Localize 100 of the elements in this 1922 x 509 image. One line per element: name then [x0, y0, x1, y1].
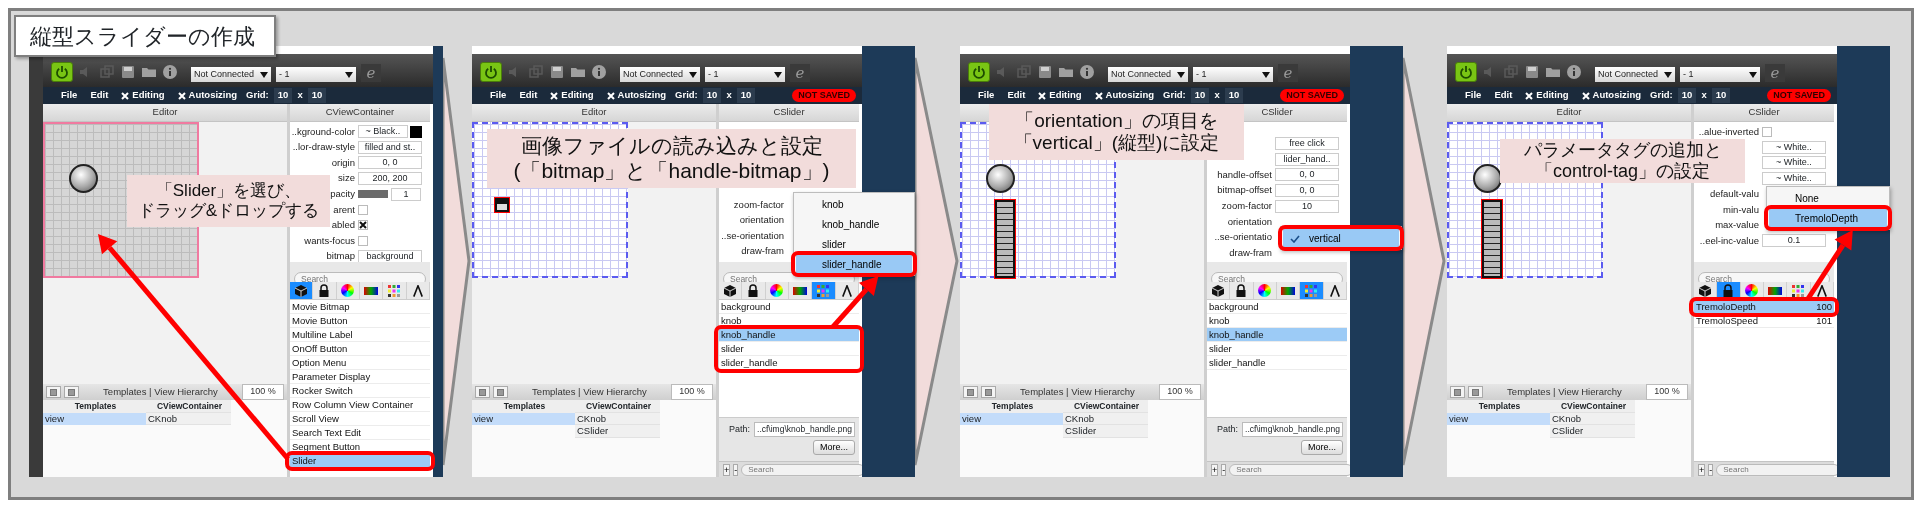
channel-dropdown[interactable]: - 1 — [705, 67, 785, 82]
list-item[interactable]: Scroll View — [290, 412, 430, 426]
channel-dropdown[interactable]: - 1 — [1680, 67, 1760, 82]
value-field[interactable]: background — [358, 250, 422, 262]
channel-dropdown[interactable]: - 1 — [276, 67, 356, 82]
value-field[interactable]: 0, 0 — [358, 156, 422, 170]
opacity-slider[interactable] — [358, 190, 388, 199]
value-field[interactable]: ~ White.. — [1762, 172, 1826, 186]
toggle-option[interactable]: Editing — [1521, 88, 1573, 103]
list-item[interactable]: knob — [719, 314, 859, 328]
channel-dropdown[interactable]: - 1 — [1193, 67, 1273, 82]
list-item[interactable]: Rocker Switch — [290, 384, 430, 398]
grid-field[interactable]: 10 — [273, 88, 293, 103]
info-icon[interactable] — [1566, 64, 1582, 80]
toggle-option[interactable]: Autosizing — [1090, 88, 1159, 103]
connection-dropdown[interactable]: Not Connected — [1595, 67, 1675, 82]
checkbox[interactable] — [1762, 126, 1772, 137]
toggle-option[interactable]: Editing — [1034, 88, 1086, 103]
value-field[interactable]: 1 — [391, 187, 421, 201]
power-button[interactable] — [51, 62, 73, 82]
list-item[interactable]: Movie Bitmap — [290, 300, 430, 314]
menu-item[interactable]: File — [57, 88, 82, 103]
power-button[interactable] — [1455, 62, 1477, 82]
menu-item[interactable]: File — [1461, 88, 1486, 103]
value-field[interactable]: 0, 0 — [1275, 184, 1339, 198]
grid-field[interactable]: 10 — [702, 88, 722, 103]
menu-option[interactable]: knob_handle — [796, 214, 912, 234]
save-icon[interactable] — [1037, 64, 1053, 80]
connection-dropdown[interactable]: Not Connected — [1108, 67, 1188, 82]
power-button[interactable] — [480, 62, 502, 82]
list-item[interactable]: OnOff Button — [290, 342, 430, 356]
list-item[interactable]: knob_handle — [1207, 328, 1347, 342]
path-field[interactable]: ..cf\img\knob_handle.png — [754, 422, 855, 437]
grid-field[interactable]: 10 — [1677, 88, 1697, 103]
hierarchy-item[interactable]: CSlider — [575, 425, 660, 438]
square-button[interactable] — [493, 386, 508, 398]
toggle-option[interactable]: Autosizing — [173, 88, 242, 103]
color-dropdown[interactable]: ~ Black.. — [358, 125, 408, 139]
menu-item[interactable]: Edit — [1490, 88, 1517, 103]
hierarchy-item[interactable]: CSlider — [1063, 425, 1148, 438]
zoom-field[interactable]: 100 % — [671, 384, 713, 400]
toggle-option[interactable]: Editing — [117, 88, 169, 103]
info-icon[interactable] — [162, 64, 178, 80]
list-item[interactable]: slider_handle — [1207, 356, 1347, 370]
add-button[interactable]: + — [723, 463, 731, 476]
menu-option[interactable]: vertical — [1283, 228, 1399, 248]
zoom-field[interactable]: 100 % — [1646, 384, 1688, 400]
list-item[interactable]: background — [719, 300, 859, 314]
knob-drawing[interactable] — [986, 164, 1015, 193]
list-item[interactable]: Movie Button — [290, 314, 430, 328]
save-icon[interactable] — [120, 64, 136, 80]
more-button[interactable]: More... — [813, 439, 855, 456]
grid-field[interactable]: 10 — [307, 88, 327, 103]
grid-field[interactable]: 10 — [1190, 88, 1210, 103]
slider-handle-drawing[interactable] — [495, 198, 509, 212]
checkbox[interactable] — [358, 220, 368, 231]
list-item[interactable]: TremoloSpeed 101 — [1694, 314, 1834, 328]
list-item[interactable]: Option Menu — [290, 356, 430, 370]
zoom-field[interactable]: 100 % — [1159, 384, 1201, 400]
toggle-option[interactable]: Autosizing — [602, 88, 671, 103]
value-field[interactable]: free click — [1275, 137, 1339, 151]
script-button[interactable]: e — [1278, 64, 1298, 82]
connection-dropdown[interactable]: Not Connected — [620, 67, 700, 82]
remove-button[interactable]: - — [1221, 463, 1227, 476]
list-item[interactable]: Parameter Display — [290, 370, 430, 384]
value-field[interactable]: 200, 200 — [358, 172, 422, 186]
info-icon[interactable] — [591, 64, 607, 80]
menu-item[interactable]: File — [974, 88, 999, 103]
menu-option[interactable]: slider — [796, 234, 912, 254]
list-item[interactable]: Search Text Edit — [290, 426, 430, 440]
connection-dropdown[interactable]: Not Connected — [191, 67, 271, 82]
grid-field[interactable]: 10 — [1224, 88, 1244, 103]
menu-item[interactable]: File — [486, 88, 511, 103]
hierarchy-item[interactable]: CSlider — [1550, 425, 1635, 438]
save-icon[interactable] — [1524, 64, 1540, 80]
menu-item[interactable]: Edit — [1003, 88, 1030, 103]
toggle-option[interactable]: Autosizing — [1577, 88, 1646, 103]
square-button[interactable] — [64, 386, 79, 398]
grid-field[interactable]: 10 — [736, 88, 756, 103]
more-button[interactable]: More... — [1301, 439, 1343, 456]
menu-option[interactable]: knob — [796, 194, 912, 214]
checkbox[interactable] — [358, 204, 368, 215]
add-button[interactable]: + — [1211, 463, 1219, 476]
square-button[interactable] — [963, 386, 978, 398]
list-item[interactable]: Segment Button — [290, 440, 430, 454]
info-icon[interactable] — [1079, 64, 1095, 80]
grid-field[interactable]: 10 — [1711, 88, 1731, 103]
menu-option[interactable]: TremoloDepth — [1769, 208, 1887, 228]
add-button[interactable]: + — [1698, 463, 1706, 476]
slider-drawing[interactable] — [995, 200, 1015, 278]
zoom-field[interactable]: 100 % — [242, 384, 284, 400]
toggle-option[interactable]: Editing — [546, 88, 598, 103]
script-button[interactable]: e — [361, 64, 381, 82]
value-field[interactable]: filled and st.. — [358, 140, 422, 154]
list-item[interactable]: background — [1207, 300, 1347, 314]
menu-item[interactable]: Edit — [86, 88, 113, 103]
value-field[interactable]: 0, 0 — [1275, 168, 1339, 182]
remove-button[interactable]: - — [733, 463, 739, 476]
script-button[interactable]: e — [790, 64, 810, 82]
checkbox[interactable] — [358, 235, 368, 246]
